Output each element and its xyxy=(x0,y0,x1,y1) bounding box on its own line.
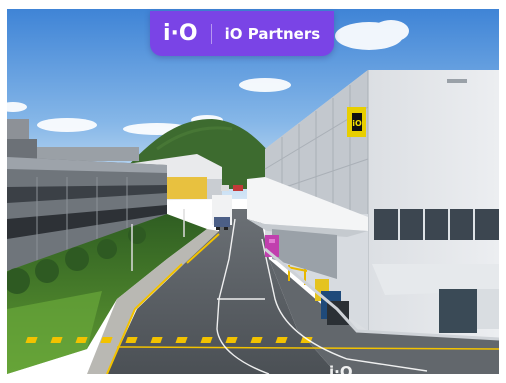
watermark-logo: i·O xyxy=(329,363,353,375)
brand-name: iO Partners xyxy=(224,24,321,43)
building-sign-text: iO xyxy=(352,119,362,128)
brand-badge: i·O iO Partners xyxy=(150,11,334,56)
industrial-park-photo: iO xyxy=(7,9,499,374)
photo-frame: iO i·O xyxy=(7,9,499,374)
brand-divider xyxy=(210,23,212,44)
truck xyxy=(212,195,232,230)
brand-logo: i·O xyxy=(163,20,198,46)
